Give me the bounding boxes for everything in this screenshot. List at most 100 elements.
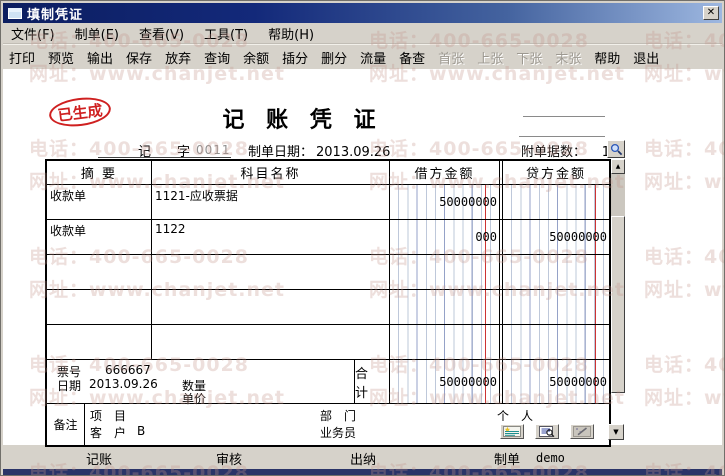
totals-row: 票号 666667 日期 2013.09.26 数量 单价 合 计 500000… — [47, 360, 609, 406]
toolbar-button-4[interactable]: 放弃 — [159, 46, 197, 69]
clerk-label[interactable]: 业务员 — [320, 424, 356, 441]
debit-cell[interactable] — [390, 325, 500, 359]
account-cell[interactable] — [152, 325, 390, 359]
remark-row: 备注 项 目 客 户 B 部 门 业务员 个 人 ▼ — [47, 404, 624, 445]
total-label: 合 计 — [355, 360, 390, 403]
credit-cell[interactable] — [503, 325, 609, 359]
voucher-row-3 — [47, 290, 609, 325]
summary-cell[interactable] — [47, 325, 152, 359]
ticket-date-label: 日期 — [57, 379, 82, 393]
total-credit: 50000000 — [503, 360, 609, 403]
blank-line-bottom — [519, 136, 605, 137]
toolbar-button-0[interactable]: 打印 — [3, 46, 41, 69]
make-date: 制单日期： 2013.09.26 — [248, 141, 394, 162]
remark-content: 项 目 客 户 B 部 门 业务员 个 人 ▼ — [85, 404, 624, 445]
toolbar-button-13: 下张 — [516, 51, 543, 67]
toolbar-button-12: 上张 — [477, 51, 504, 67]
toolbar-button-6[interactable]: 余额 — [237, 46, 275, 69]
voucher-table: 摘 要 科目名称 借方金额 贷方金额 收款单 1121-应收票据 50000000 收… — [45, 159, 624, 447]
header-summary: 摘 要 — [47, 161, 152, 184]
customer-label[interactable]: 客 户 — [90, 424, 126, 441]
menu-item-1[interactable]: 制单(E) — [67, 23, 127, 44]
debit-cell[interactable]: 000 — [390, 220, 500, 254]
wand-icon[interactable] — [570, 424, 594, 439]
debit-cell[interactable] — [390, 290, 500, 324]
voucher-table-header: 摘 要 科目名称 借方金额 贷方金额 — [47, 161, 609, 185]
voucher-row-2 — [47, 255, 609, 290]
account-cell[interactable] — [152, 290, 390, 324]
toolbar-button-10[interactable]: 备查 — [393, 46, 431, 69]
voucher-window: 填制凭证 ✕ 文件(F) 制单(E) 查看(V) 工具(T) 帮助(H) 打印 预览 输出保… — [0, 0, 725, 476]
toolbar-button-5[interactable]: 查询 — [198, 46, 236, 69]
header-account: 科目名称 — [152, 161, 390, 184]
customer-value[interactable]: B — [137, 424, 145, 438]
toolbar-button-16[interactable]: 退出 — [627, 46, 665, 69]
voucher-row-0: 收款单 1121-应收票据 50000000 — [47, 185, 609, 220]
menu-item-0[interactable]: 文件(F) — [3, 23, 63, 44]
voucher-title: 记 账 凭 证 — [222, 108, 383, 133]
toolbar-button-3[interactable]: 保存 — [120, 46, 158, 69]
toolbar-button-1[interactable]: 预览 — [42, 46, 80, 69]
bookkeeper-label: 记账 — [86, 453, 113, 468]
summary-cell[interactable]: 收款单 — [47, 220, 152, 254]
vertical-scrollbar[interactable]: ▲ — [611, 159, 625, 393]
credit-cell[interactable] — [503, 185, 609, 219]
voucher-client-area: 已生成 记 账 凭 证 记 字 0011 制单日期： 2013.09.26 附单据… — [3, 69, 722, 475]
maker-value: demo — [536, 451, 565, 465]
toolbar-button-2[interactable]: 输出 — [81, 46, 119, 69]
toolbar: 打印 预览 输出 保存 放弃 查询 余额 插分 删分 流量 备查 首张 上张 下张 末张 帮助 退出 — [3, 44, 722, 69]
note-lines-star-icon[interactable] — [500, 424, 524, 439]
maker-label: 制单 — [494, 453, 521, 468]
remark-label: 备注 — [47, 404, 85, 445]
signature-row: 记账 审核 出纳 制单 demo — [3, 449, 722, 468]
toolbar-button-7[interactable]: 插分 — [276, 46, 314, 69]
magnifier-icon — [610, 143, 622, 155]
department-label[interactable]: 部 门 — [320, 407, 356, 424]
voucher-number[interactable]: 0011 — [196, 143, 231, 157]
toolbar-button-8[interactable]: 删分 — [315, 46, 353, 69]
chevron-down-icon[interactable]: ▼ — [608, 424, 624, 440]
account-cell[interactable] — [152, 255, 390, 289]
project-label[interactable]: 项 目 — [90, 407, 126, 424]
summary-cell[interactable] — [47, 255, 152, 289]
ticket-cell: 票号 666667 日期 2013.09.26 数量 单价 — [47, 360, 355, 406]
attach-lookup-button[interactable] — [607, 140, 625, 158]
toolbar-button-11: 首张 — [438, 51, 465, 67]
scroll-up-icon[interactable]: ▲ — [611, 159, 625, 174]
attach-count-label: 附单据数： — [521, 145, 587, 160]
document-magnifier-icon[interactable] — [535, 424, 559, 439]
debit-cell[interactable]: 50000000 — [390, 185, 500, 219]
header-credit: 贷方金额 — [525, 167, 586, 182]
ticket-date-value[interactable]: 2013.09.26 — [89, 377, 158, 391]
debit-cell[interactable] — [390, 255, 500, 289]
window-title: 填制凭证 — [27, 7, 84, 23]
voucher-row-1: 收款单 1122 000 50000000 — [47, 220, 609, 255]
menu-item-2[interactable]: 查看(V) — [131, 23, 192, 44]
voucher-word-underline — [98, 157, 231, 158]
cashier-label: 出纳 — [350, 453, 377, 468]
menu-item-3[interactable]: 工具(T) — [196, 23, 256, 44]
header-debit: 借方金额 — [390, 161, 500, 184]
account-cell[interactable]: 1122 — [152, 220, 390, 254]
close-button[interactable]: ✕ — [703, 6, 719, 20]
account-cell[interactable]: 1121-应收票据 — [152, 185, 390, 219]
toolbar-button-15[interactable]: 帮助 — [588, 46, 626, 69]
summary-cell[interactable]: 收款单 — [47, 185, 152, 219]
menu-item-4[interactable]: 帮助(H) — [260, 23, 322, 44]
toolbar-button-14: 末张 — [555, 51, 582, 67]
bottom-navy-bar — [3, 469, 722, 475]
title-bar: 填制凭证 ✕ — [3, 3, 722, 23]
person-label[interactable]: 个 人 — [497, 407, 533, 424]
scrollbar-thumb[interactable] — [611, 216, 625, 393]
credit-cell[interactable]: 50000000 — [503, 220, 609, 254]
make-date-label: 制单日期： — [248, 145, 314, 160]
toolbar-button-9[interactable]: 流量 — [354, 46, 392, 69]
credit-cell[interactable] — [503, 255, 609, 289]
ticket-no-value[interactable]: 666667 — [105, 363, 151, 377]
summary-cell[interactable] — [47, 290, 152, 324]
window-icon — [8, 7, 22, 19]
total-debit: 50000000 — [390, 360, 500, 403]
credit-cell[interactable] — [503, 290, 609, 324]
auditor-label: 审核 — [216, 453, 243, 468]
blank-line-top — [523, 116, 605, 117]
